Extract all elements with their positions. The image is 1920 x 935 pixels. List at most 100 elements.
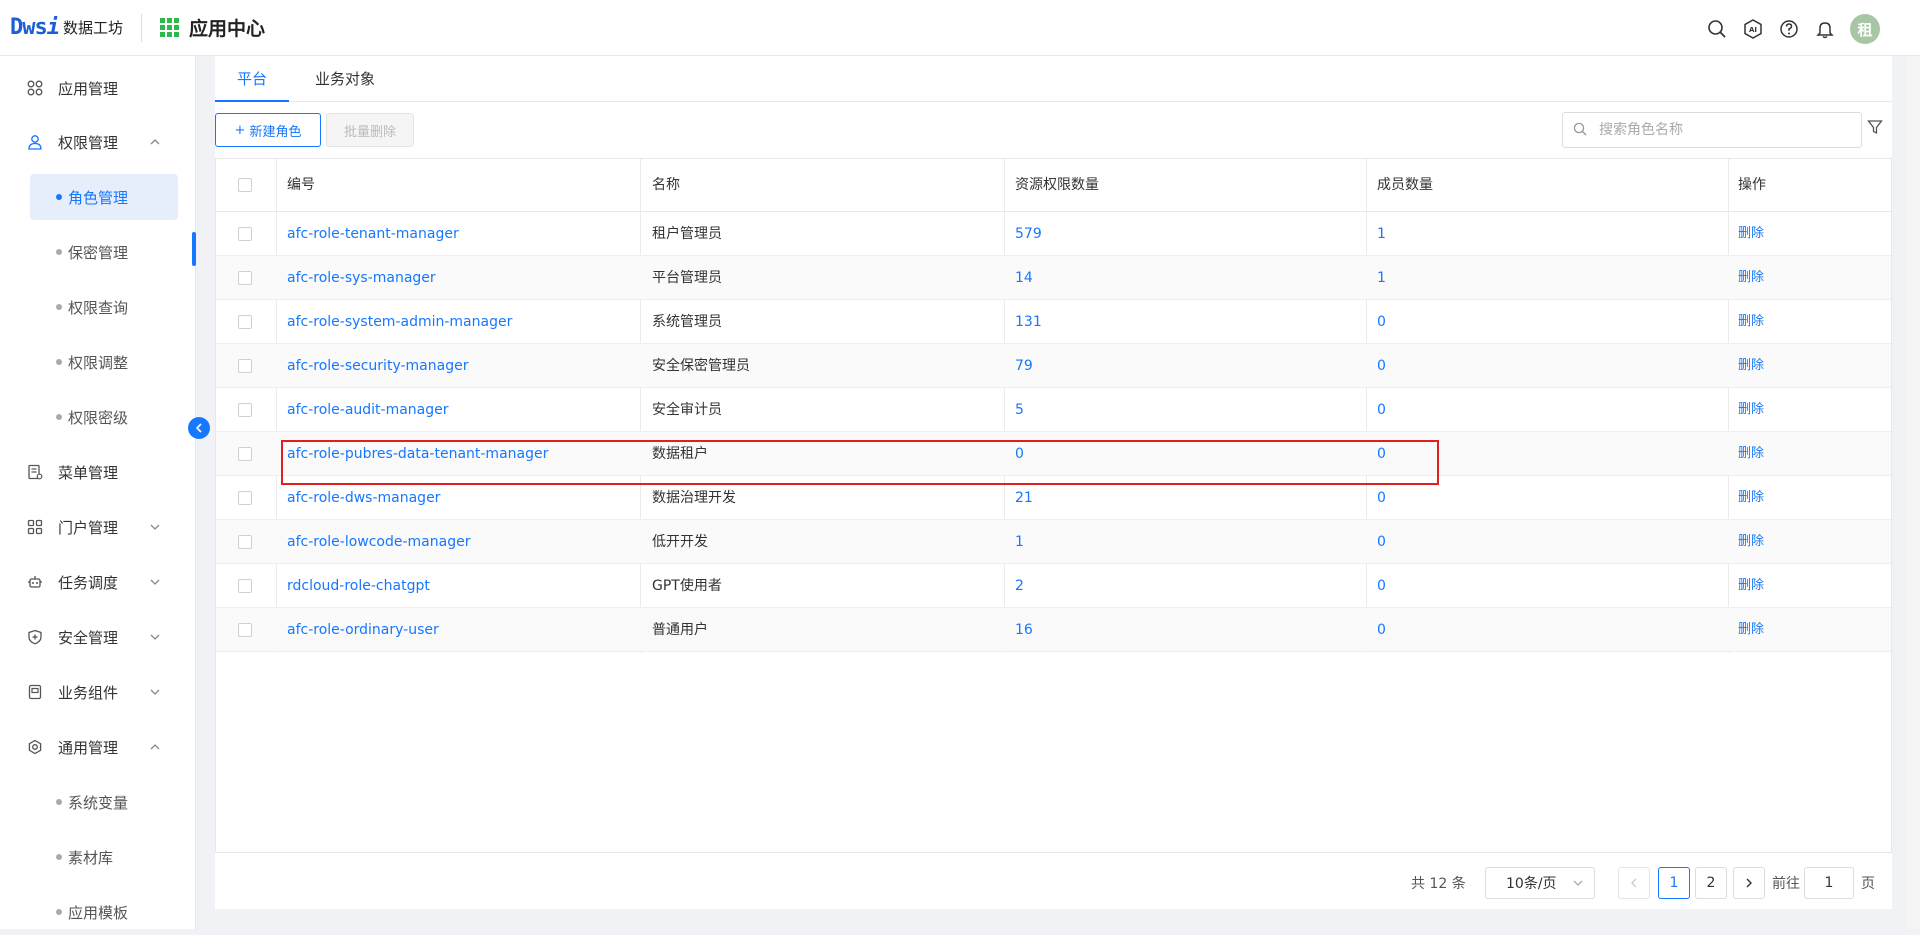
resource-count-link[interactable]: 16: [1015, 608, 1033, 652]
tab-platform[interactable]: 平台: [215, 56, 289, 102]
sidebar-item-secrecy-management[interactable]: 保密管理: [30, 229, 178, 275]
delete-button[interactable]: 删除: [1738, 300, 1764, 344]
row-checkbox[interactable]: [238, 447, 252, 461]
sidebar-item-menu-management[interactable]: 菜单管理: [0, 452, 196, 492]
delete-button[interactable]: 删除: [1738, 476, 1764, 520]
row-checkbox[interactable]: [238, 403, 252, 417]
next-page-button[interactable]: [1733, 867, 1765, 899]
batch-delete-button[interactable]: 批量删除: [326, 113, 414, 147]
member-count-link[interactable]: 1: [1377, 256, 1386, 300]
role-code-link[interactable]: rdcloud-role-chatgpt: [287, 564, 430, 608]
sidebar-item-business-components[interactable]: 业务组件: [0, 672, 196, 712]
member-count-link[interactable]: 0: [1377, 300, 1386, 344]
role-code-link[interactable]: afc-role-system-admin-manager: [287, 300, 512, 344]
role-code-link[interactable]: afc-role-ordinary-user: [287, 608, 439, 652]
sidebar-item-portal-management[interactable]: 门户管理: [0, 507, 196, 547]
page-size-select[interactable]: 10条/页: [1485, 867, 1595, 899]
table-row[interactable]: rdcloud-role-chatgpt GPT使用者 2 0 删除: [216, 564, 1891, 608]
table-row[interactable]: afc-role-pubres-data-tenant-manager 数据租户…: [216, 432, 1891, 476]
delete-button[interactable]: 删除: [1738, 344, 1764, 388]
delete-button[interactable]: 删除: [1738, 432, 1764, 476]
sidebar-item-asset-library[interactable]: 素材库: [30, 834, 178, 880]
sidebar-item-system-variables[interactable]: 系统变量: [30, 779, 178, 825]
table-row[interactable]: afc-role-audit-manager 安全审计员 5 0 删除: [216, 388, 1891, 432]
resource-count-link[interactable]: 79: [1015, 344, 1033, 388]
help-icon[interactable]: [1778, 18, 1800, 40]
table-row[interactable]: afc-role-sys-manager 平台管理员 14 1 删除: [216, 256, 1891, 300]
collapse-sidebar-button[interactable]: [188, 417, 210, 439]
resource-count-link[interactable]: 14: [1015, 256, 1033, 300]
sidebar-item-label: 安全管理: [58, 628, 119, 647]
member-count-link[interactable]: 0: [1377, 520, 1386, 564]
sidebar-item-app-management[interactable]: 应用管理: [0, 68, 196, 108]
member-count-link[interactable]: 0: [1377, 344, 1386, 388]
page-2-button[interactable]: 2: [1695, 867, 1727, 899]
filter-icon[interactable]: [1867, 119, 1885, 137]
sidebar-item-permission-management[interactable]: 权限管理: [0, 122, 196, 162]
sidebar-item-permission-adjust[interactable]: 权限调整: [30, 339, 178, 385]
member-count-link[interactable]: 0: [1377, 564, 1386, 608]
table-row[interactable]: afc-role-security-manager 安全保密管理员 79 0 删…: [216, 344, 1891, 388]
delete-button[interactable]: 删除: [1738, 388, 1764, 432]
row-checkbox[interactable]: [238, 535, 252, 549]
avatar[interactable]: 租: [1850, 14, 1880, 44]
row-checkbox[interactable]: [238, 315, 252, 329]
shield-plus-icon: [26, 628, 44, 646]
page-scrollbar[interactable]: [1906, 56, 1920, 929]
resource-count-link[interactable]: 131: [1015, 300, 1042, 344]
prev-page-button[interactable]: [1618, 867, 1650, 899]
role-code-link[interactable]: afc-role-sys-manager: [287, 256, 436, 300]
delete-button[interactable]: 删除: [1738, 256, 1764, 300]
sidebar-item-permission-query[interactable]: 权限查询: [30, 284, 178, 330]
app-center-title[interactable]: 应用中心: [160, 14, 265, 41]
member-count-link[interactable]: 1: [1377, 212, 1386, 256]
resource-count-link[interactable]: 2: [1015, 564, 1024, 608]
member-count-link[interactable]: 0: [1377, 432, 1386, 476]
row-checkbox[interactable]: [238, 271, 252, 285]
resource-count-link[interactable]: 1: [1015, 520, 1024, 564]
member-count-link[interactable]: 0: [1377, 608, 1386, 652]
table-row[interactable]: afc-role-system-admin-manager 系统管理员 131 …: [216, 300, 1891, 344]
ai-assistant-icon[interactable]: AI: [1742, 18, 1764, 40]
role-code-link[interactable]: afc-role-lowcode-manager: [287, 520, 470, 564]
table-row[interactable]: afc-role-lowcode-manager 低开开发 1 0 删除: [216, 520, 1891, 564]
role-code-link[interactable]: afc-role-audit-manager: [287, 388, 449, 432]
resource-count-link[interactable]: 579: [1015, 212, 1042, 256]
role-code-link[interactable]: afc-role-security-manager: [287, 344, 468, 388]
sidebar-item-permission-level[interactable]: 权限密级: [30, 394, 178, 440]
tab-business-object[interactable]: 业务对象: [305, 56, 385, 102]
new-role-button[interactable]: + 新建角色: [215, 113, 321, 147]
member-count-link[interactable]: 0: [1377, 388, 1386, 432]
search-icon[interactable]: [1706, 18, 1728, 40]
delete-button[interactable]: 删除: [1738, 520, 1764, 564]
select-all-checkbox[interactable]: [238, 178, 252, 192]
resource-count-link[interactable]: 21: [1015, 476, 1033, 520]
logo[interactable]: Dwsi 数据工坊: [10, 0, 123, 56]
role-code-link[interactable]: afc-role-dws-manager: [287, 476, 440, 520]
sidebar-item-security-management[interactable]: 安全管理: [0, 617, 196, 657]
role-code-link[interactable]: afc-role-pubres-data-tenant-manager: [287, 432, 548, 476]
table-row[interactable]: afc-role-ordinary-user 普通用户 16 0 删除: [216, 608, 1891, 652]
member-count-link[interactable]: 0: [1377, 476, 1386, 520]
delete-button[interactable]: 删除: [1738, 608, 1764, 652]
delete-button[interactable]: 删除: [1738, 564, 1764, 608]
row-checkbox[interactable]: [238, 359, 252, 373]
sidebar-item-task-scheduling[interactable]: 任务调度: [0, 562, 196, 602]
row-checkbox[interactable]: [238, 491, 252, 505]
role-code-link[interactable]: afc-role-tenant-manager: [287, 212, 459, 256]
resource-count-link[interactable]: 0: [1015, 432, 1024, 476]
sidebar-item-app-templates[interactable]: 应用模板: [30, 889, 178, 935]
sidebar-item-general-management[interactable]: 通用管理: [0, 727, 196, 767]
sidebar-item-role-management[interactable]: 角色管理: [30, 174, 178, 220]
row-checkbox[interactable]: [238, 623, 252, 637]
goto-page-input[interactable]: 1: [1804, 867, 1854, 899]
row-checkbox[interactable]: [238, 579, 252, 593]
page-1-button[interactable]: 1: [1658, 867, 1690, 899]
delete-button[interactable]: 删除: [1738, 212, 1764, 256]
table-row[interactable]: afc-role-dws-manager 数据治理开发 21 0 删除: [216, 476, 1891, 520]
resource-count-link[interactable]: 5: [1015, 388, 1024, 432]
bell-icon[interactable]: [1814, 18, 1836, 40]
row-checkbox[interactable]: [238, 227, 252, 241]
table-row[interactable]: afc-role-tenant-manager 租户管理员 579 1 删除: [216, 212, 1891, 256]
search-input[interactable]: [1597, 121, 1847, 139]
